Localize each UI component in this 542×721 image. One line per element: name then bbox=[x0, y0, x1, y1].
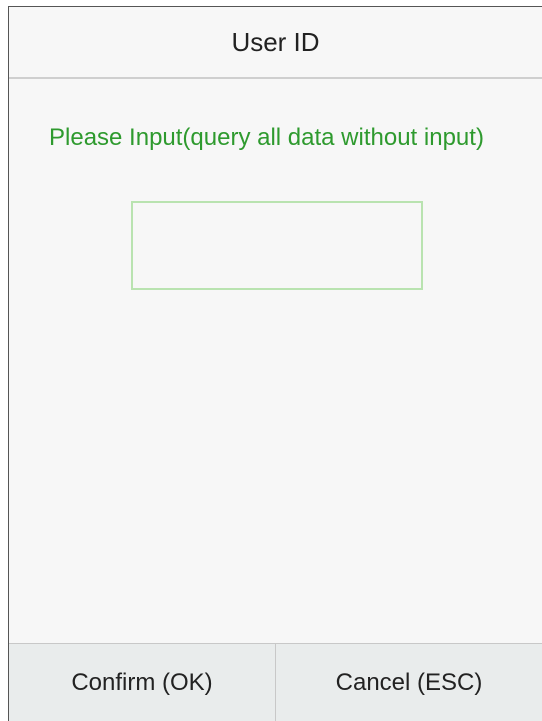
user-id-input-value bbox=[133, 203, 421, 259]
cancel-button[interactable]: Cancel (ESC) bbox=[275, 644, 542, 721]
page-title: User ID bbox=[231, 26, 320, 57]
confirm-button[interactable]: Confirm (OK) bbox=[9, 644, 275, 721]
user-id-input[interactable] bbox=[131, 201, 423, 290]
title-bar: User ID bbox=[9, 7, 542, 79]
user-id-screen: User ID Please Input(query all data with… bbox=[8, 6, 542, 721]
button-bar: Confirm (OK) Cancel (ESC) bbox=[9, 643, 542, 721]
input-prompt: Please Input(query all data without inpu… bbox=[49, 124, 484, 151]
